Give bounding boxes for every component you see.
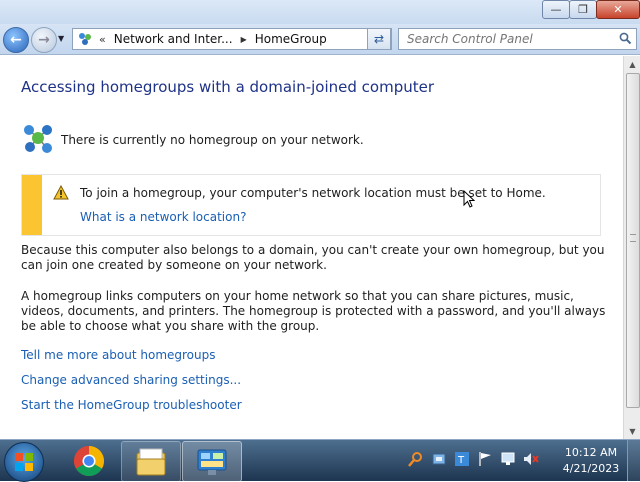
refresh-button[interactable]: ⇄ (367, 28, 391, 50)
homegroup-troubleshooter-link[interactable]: Start the HomeGroup troubleshooter (21, 398, 242, 412)
show-desktop-button[interactable] (627, 440, 640, 481)
breadcrumb-overflow[interactable]: « (99, 33, 106, 46)
domain-explanation-text: Because this computer also belongs to a … (21, 243, 605, 272)
flag-tray-icon[interactable] (477, 451, 493, 467)
mouse-cursor-icon (463, 190, 475, 208)
address-bar[interactable]: « Network and Inter... ▶ HomeGroup ▼ (72, 28, 392, 50)
homegroup-icon (24, 125, 52, 153)
advanced-sharing-settings-link[interactable]: Change advanced sharing settings... (21, 373, 241, 387)
chrome-icon (73, 445, 105, 476)
content-pane: Accessing homegroups with a domain-joine… (0, 56, 623, 439)
breadcrumb-homegroup[interactable]: HomeGroup (255, 32, 327, 46)
volume-muted-tray-icon[interactable] (523, 451, 539, 467)
navigation-bar: ← → ▼ « Network and Inter... ▶ HomeGroup… (0, 24, 640, 55)
control-panel-icon (197, 449, 227, 475)
scrollbar-thumb[interactable] (626, 73, 640, 408)
search-icon[interactable] (619, 32, 632, 45)
forward-arrow-icon: → (38, 32, 50, 48)
clock-date: 4/21/2023 (562, 462, 620, 475)
forward-button[interactable]: → (31, 27, 57, 53)
clock-time: 10:12 AM (564, 446, 618, 459)
close-button[interactable]: ✕ (596, 0, 640, 19)
taskbar-chrome[interactable] (60, 441, 118, 480)
page-title: Accessing homegroups with a domain-joine… (21, 78, 435, 96)
search-box[interactable] (398, 28, 637, 50)
scroll-down-arrow-icon[interactable]: ▼ (624, 423, 640, 439)
breadcrumb-separator-icon[interactable]: ▶ (241, 35, 247, 44)
scroll-up-arrow-icon[interactable]: ▲ (624, 56, 640, 72)
homegroup-small-icon (77, 32, 93, 46)
warning-icon (53, 185, 69, 200)
window-controls: — ❐ ✕ (542, 0, 640, 20)
vertical-scrollbar[interactable]: ▲ ▼ (623, 56, 640, 439)
network-tray-icon[interactable] (500, 451, 516, 467)
taskbar-windows-explorer[interactable] (121, 441, 181, 482)
text-tray-icon[interactable]: T (454, 451, 470, 467)
network-location-link[interactable]: What is a network location? (80, 210, 246, 224)
search-tray-icon[interactable] (408, 451, 424, 467)
refresh-icon: ⇄ (373, 32, 385, 46)
taskbar: T 10:12 AM 4/21/2023 (0, 439, 640, 482)
maximize-button[interactable]: ❐ (569, 0, 597, 19)
scrollbar-grip (630, 234, 636, 242)
warning-stripe (22, 175, 42, 235)
taskbar-clock[interactable]: 10:12 AM 4/21/2023 (561, 445, 621, 477)
breadcrumb-network-and-internet[interactable]: Network and Inter... (114, 32, 233, 46)
window-title-bar: — ❐ ✕ (0, 0, 640, 24)
windows-explorer-icon (136, 448, 166, 475)
homegroup-description-text: A homegroup links computers on your home… (21, 289, 606, 333)
warning-text: To join a homegroup, your computer's net… (80, 186, 546, 200)
notification-area: T (408, 451, 539, 467)
warning-box: To join a homegroup, your computer's net… (21, 174, 601, 236)
homegroup-status-text: There is currently no homegroup on your … (61, 133, 364, 147)
windows-logo-icon (15, 453, 33, 471)
recent-pages-dropdown[interactable]: ▼ (58, 34, 64, 43)
back-arrow-icon: ← (10, 32, 22, 48)
back-button[interactable]: ← (3, 27, 29, 53)
tell-me-more-link[interactable]: Tell me more about homegroups (21, 348, 216, 362)
tools-tray-icon[interactable] (431, 451, 447, 467)
svg-text:T: T (457, 455, 465, 466)
taskbar-control-panel[interactable] (182, 441, 242, 482)
search-input[interactable] (405, 31, 614, 47)
start-button[interactable] (4, 442, 44, 482)
minimize-button[interactable]: — (542, 0, 570, 19)
